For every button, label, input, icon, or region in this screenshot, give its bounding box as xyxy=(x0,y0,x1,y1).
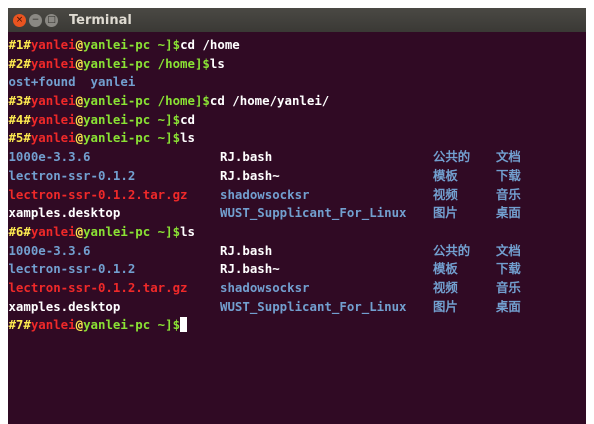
file-entry: RJ.bash~ xyxy=(220,167,280,183)
dir-entry: 音乐 xyxy=(496,186,521,202)
prompt-path: ~]$ xyxy=(150,130,181,146)
terminal-output[interactable]: [#1#yanlei@yanlei-pc ~]$cd /home [#2#yan… xyxy=(8,36,586,424)
prompt-path: ~]$ xyxy=(150,111,181,127)
prompt-user: yanlei xyxy=(30,317,76,333)
prompt-host: yanlei-pc xyxy=(83,111,151,127)
dir-entry: 公共的 xyxy=(433,242,471,258)
text-cursor xyxy=(180,317,188,333)
prompt-host: yanlei-pc xyxy=(83,130,151,146)
prompt-at: @ xyxy=(75,37,84,52)
listing-row: e1000e-3.3.6 RJ.bash 公共的 文档 xyxy=(8,148,586,167)
file-entry: RJ.bash~ xyxy=(220,261,280,277)
prompt-number: [#2# xyxy=(8,55,31,71)
dir-entry: 视频 xyxy=(433,186,458,202)
file-entry: RJ.bash xyxy=(220,149,273,165)
prompt-number: [#1# xyxy=(8,37,31,52)
listing-row: electron-ssr-0.1.2 RJ.bash~ 模板 下载 xyxy=(8,260,586,279)
prompt-number: [#3# xyxy=(8,93,31,109)
prompt-host: yanlei-pc xyxy=(83,37,151,52)
prompt-user: yanlei xyxy=(30,111,76,127)
dir-entry: e1000e-3.3.6 xyxy=(8,149,91,165)
dir-entry: electron-ssr-0.1.2 xyxy=(8,167,136,183)
command-text: cd /home/yanlei/ xyxy=(209,93,330,109)
prompt-line: [#1#yanlei@yanlei-pc ~]$cd /home xyxy=(8,36,586,55)
prompt-line: [#6#yanlei@yanlei-pc ~]$ls xyxy=(8,223,586,242)
prompt-at: @ xyxy=(75,317,84,333)
maximize-button[interactable]: □ xyxy=(45,13,58,27)
command-text: ls xyxy=(180,130,195,146)
prompt-user: yanlei xyxy=(30,55,76,71)
dir-entry: 桌面 xyxy=(496,205,521,221)
dir-entry: 下载 xyxy=(496,261,521,277)
title-bar[interactable]: × − □ Terminal xyxy=(8,8,586,32)
command-text: cd xyxy=(180,111,195,127)
prompt-host: yanlei-pc xyxy=(83,317,151,333)
prompt-path: /home]$ xyxy=(150,93,210,109)
command-text: ls xyxy=(209,55,225,71)
prompt-line: [#2#yanlei@yanlei-pc /home]$ls xyxy=(8,55,586,74)
prompt-at: @ xyxy=(75,223,84,239)
prompt-line: [#5#yanlei@yanlei-pc ~]$ls xyxy=(8,129,586,148)
dir-entry: 视频 xyxy=(433,279,458,295)
minimize-button[interactable]: − xyxy=(29,13,42,27)
listing-row: electron-ssr-0.1.2.tar.gz shadowsocksr 视频 音… xyxy=(8,186,586,205)
prompt-line: [#3#yanlei@yanlei-pc /home]$cd /home/yan… xyxy=(8,92,586,111)
file-entry: examples.desktop xyxy=(8,205,121,221)
command-text: cd /home xyxy=(180,37,240,52)
command-text: ls xyxy=(180,223,195,239)
dir-entry: 模板 xyxy=(433,261,458,277)
dir-entry: shadowsocksr xyxy=(220,186,310,202)
dir-entry: e1000e-3.3.6 xyxy=(8,242,91,258)
prompt-path: ~]$ xyxy=(150,317,181,333)
listing-row: electron-ssr-0.1.2.tar.gz shadowsocksr 视频 音… xyxy=(8,279,586,298)
prompt-host: yanlei-pc xyxy=(83,55,151,71)
prompt-number: [#4# xyxy=(8,111,31,127)
prompt-number: [#5# xyxy=(8,130,31,146)
dir-entry: WUST_Supplicant_For_Linux xyxy=(220,298,407,314)
prompt-host: yanlei-pc xyxy=(83,223,151,239)
listing-row: e1000e-3.3.6 RJ.bash 公共的 文档 xyxy=(8,242,586,261)
dir-entry: 图片 xyxy=(433,205,458,221)
prompt-at: @ xyxy=(75,130,84,146)
prompt-number: [#7# xyxy=(8,317,31,333)
prompt-user: yanlei xyxy=(30,223,76,239)
prompt-at: @ xyxy=(75,111,84,127)
prompt-path: ~]$ xyxy=(150,37,181,52)
dir-entry: shadowsocksr xyxy=(220,279,310,295)
dir-entry: 音乐 xyxy=(496,279,521,295)
dir-entry: lost+found xyxy=(8,74,76,90)
archive-entry: electron-ssr-0.1.2.tar.gz xyxy=(8,186,188,202)
prompt-user: yanlei xyxy=(30,37,76,52)
prompt-number: [#6# xyxy=(8,223,31,239)
prompt-at: @ xyxy=(75,55,84,71)
close-button[interactable]: × xyxy=(13,13,26,27)
prompt-line: [#4#yanlei@yanlei-pc ~]$cd xyxy=(8,111,586,130)
dir-entry: electron-ssr-0.1.2 xyxy=(8,261,136,277)
file-entry: examples.desktop xyxy=(8,298,121,314)
dir-entry: 图片 xyxy=(433,298,458,314)
prompt-path: /home]$ xyxy=(150,55,210,71)
listing-row: examples.desktop WUST_Supplicant_For_Linu… xyxy=(8,204,586,223)
dir-entry: 桌面 xyxy=(496,298,521,314)
archive-entry: electron-ssr-0.1.2.tar.gz xyxy=(8,279,188,295)
prompt-user: yanlei xyxy=(30,93,76,109)
dir-entry: 模板 xyxy=(433,167,458,183)
dir-entry: WUST_Supplicant_For_Linux xyxy=(220,205,407,221)
prompt-user: yanlei xyxy=(30,130,76,146)
prompt-path: ~]$ xyxy=(150,223,181,239)
prompt-line: [#7#yanlei@yanlei-pc ~]$ xyxy=(8,316,586,335)
dir-entry: 下载 xyxy=(496,167,521,183)
dir-entry: 文档 xyxy=(496,149,521,165)
dir-entry: 文档 xyxy=(496,242,521,258)
terminal-window: × − □ Terminal [#1#yanlei@yanlei-pc ~]$c… xyxy=(8,8,586,424)
window-title: Terminal xyxy=(69,12,132,28)
file-entry: RJ.bash xyxy=(220,242,273,258)
listing-row: examples.desktop WUST_Supplicant_For_Linu… xyxy=(8,298,586,317)
output-line: lost+found yanlei xyxy=(8,73,586,92)
dir-entry: yanlei xyxy=(90,74,136,90)
dir-entry: 公共的 xyxy=(433,149,471,165)
listing-row: electron-ssr-0.1.2 RJ.bash~ 模板 下载 xyxy=(8,167,586,186)
prompt-at: @ xyxy=(75,93,84,109)
prompt-host: yanlei-pc xyxy=(83,93,151,109)
